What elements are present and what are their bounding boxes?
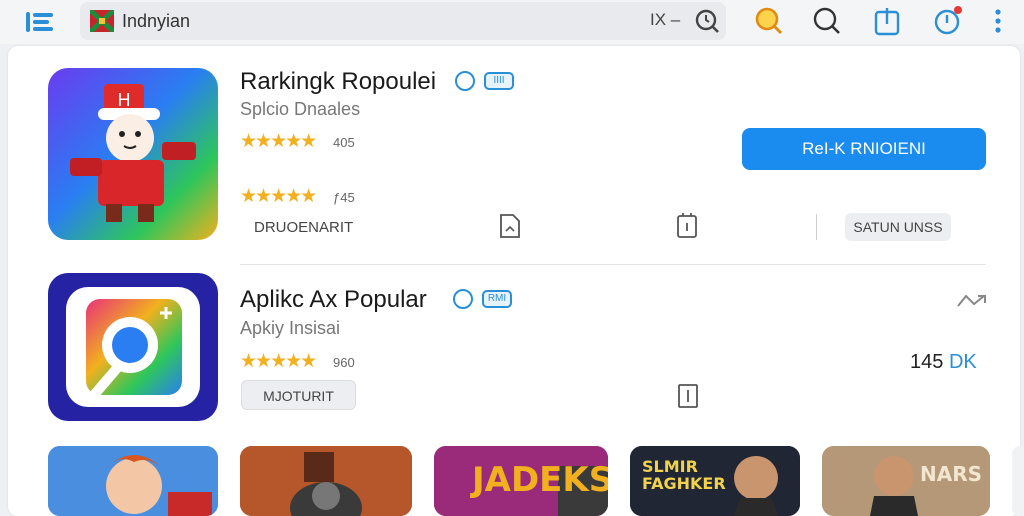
address-text: Indnyian (122, 11, 191, 31)
app-subtitle: Splcio Dnaales (240, 99, 361, 119)
app-badge: RMI (482, 290, 512, 308)
divider (240, 264, 986, 265)
thumbnail[interactable]: JADEKS (434, 446, 608, 516)
verified-icon (453, 289, 473, 309)
rating-count: 405 (333, 135, 355, 150)
thumbnail-title: SLMIR FAGHKER (642, 457, 726, 493)
price-label: 145 DK (910, 351, 977, 374)
site-flag-icon (88, 8, 116, 34)
top-toolbar: Indnyian IX – (0, 0, 1024, 44)
thumbnail[interactable]: SLMIR FAGHKER (630, 446, 800, 516)
device-icon[interactable] (675, 213, 699, 239)
secondary-button[interactable]: SATUN UNSS (845, 213, 951, 241)
trend-arrow-icon[interactable] (956, 292, 988, 310)
rating-stars: ★★★★★ (240, 186, 317, 207)
thumbnail-title: NARS (920, 462, 983, 486)
menu-icon[interactable] (24, 8, 56, 36)
lens-icon[interactable] (754, 6, 784, 36)
thumbnail[interactable]: NARS (822, 446, 990, 516)
thumbnail-title: JADEKS (472, 460, 608, 500)
search-icon[interactable] (812, 6, 842, 36)
price-unit: DK (948, 351, 977, 373)
app-icon-photo[interactable] (48, 273, 218, 421)
scroll-handle[interactable] (1012, 446, 1024, 516)
divider (816, 214, 817, 240)
install-button[interactable]: ReI-K RNIOIENI (742, 128, 986, 170)
app-title[interactable]: Rarkingk Ropoulei (240, 68, 436, 96)
app-badge: IIII (484, 72, 514, 90)
document-icon[interactable] (498, 213, 522, 239)
price-value: 145 (910, 351, 944, 373)
address-bar[interactable]: Indnyian IX – (80, 2, 726, 40)
clear-button[interactable]: IX – (650, 10, 680, 30)
app-icon-robot[interactable]: H (48, 68, 218, 240)
verified-icon (455, 71, 475, 91)
rating-stars: ★★★★★ (240, 351, 317, 372)
app-subtitle: Apkiy Insisai (240, 318, 341, 338)
rating-stars: ★★★★★ (240, 131, 317, 152)
category-label: DRUOENARIT (254, 219, 354, 236)
device-icon[interactable] (677, 383, 699, 409)
timer-icon[interactable] (932, 6, 962, 36)
search-icon[interactable] (694, 8, 720, 34)
thumbnail[interactable] (48, 446, 218, 516)
app-title[interactable]: Aplikc Ax Popular (240, 286, 427, 314)
category-button[interactable]: MJOTURIT (241, 380, 356, 410)
svg-text:H: H (117, 90, 131, 111)
rating-count: ƒ45 (333, 190, 355, 205)
share-icon[interactable] (872, 6, 902, 36)
rating-count: 960 (333, 355, 355, 370)
more-icon[interactable] (986, 6, 1016, 36)
thumbnail[interactable] (240, 446, 412, 516)
